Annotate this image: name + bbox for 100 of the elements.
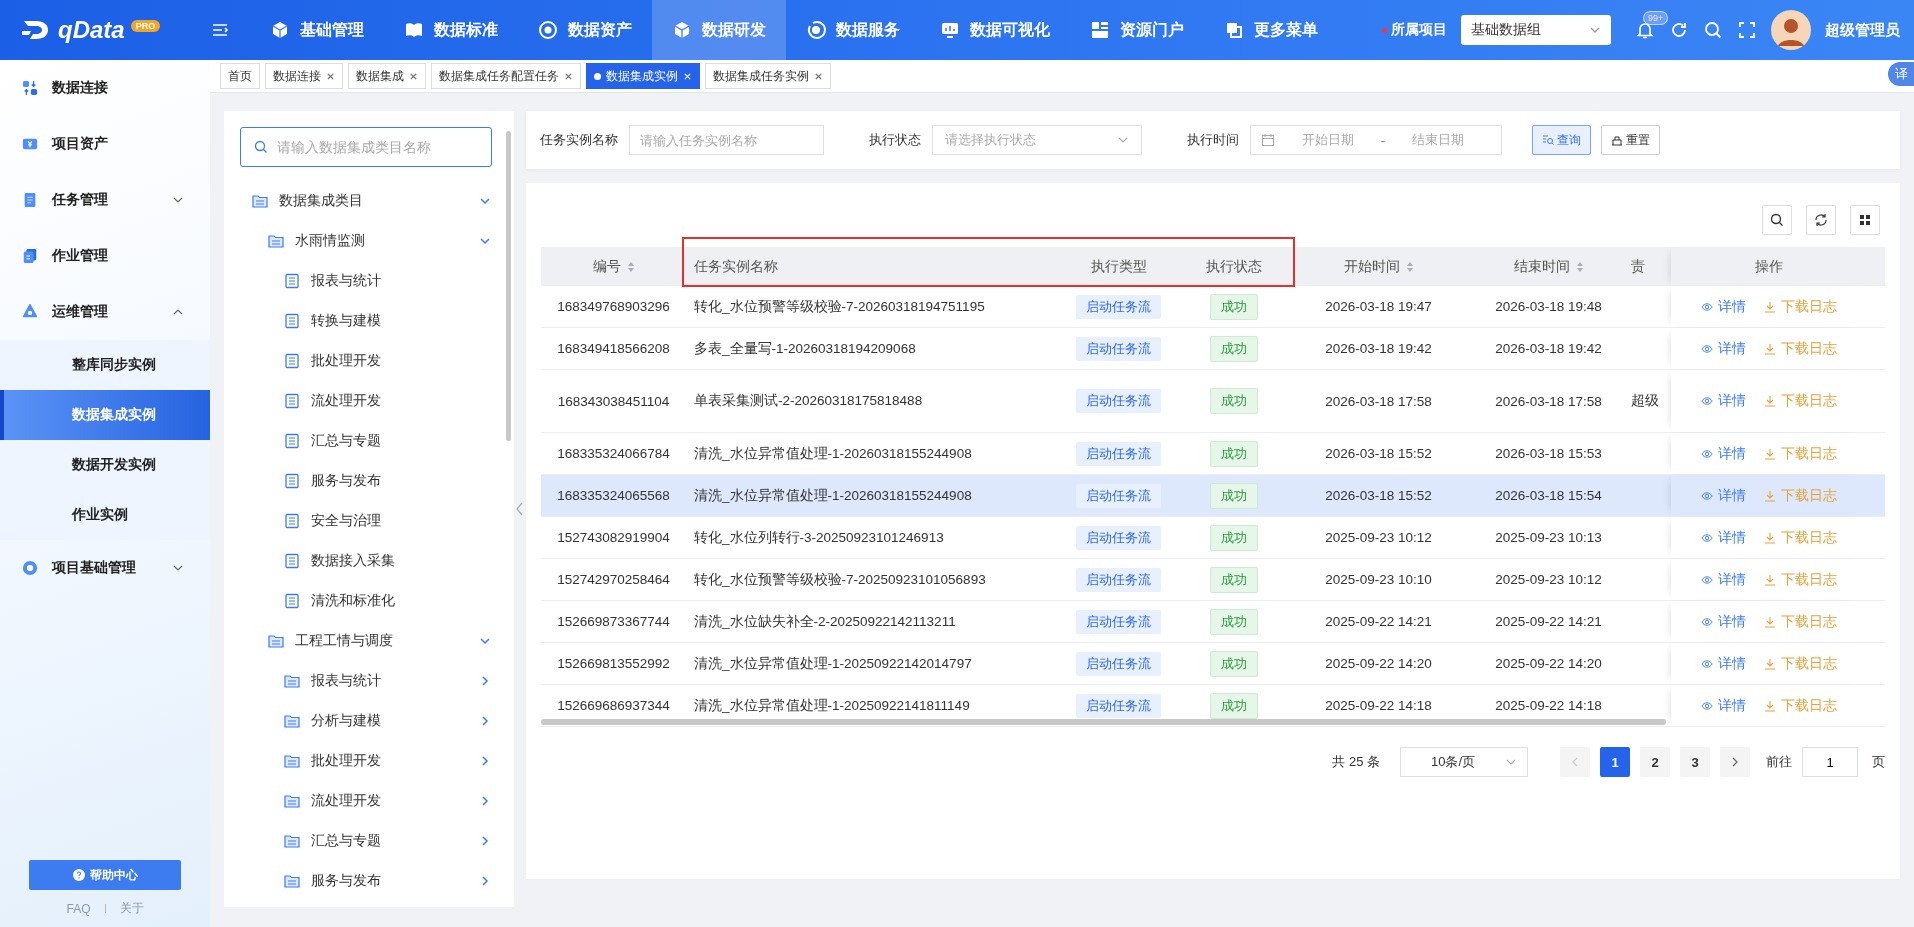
tree-node[interactable]: 批处理开发 [232,341,492,381]
tree-node[interactable]: 转换与建模 [232,301,492,341]
table-cell-text: 168335324065568 [556,487,671,505]
nav-item[interactable]: 数据标准 [384,0,518,60]
sort-icon[interactable] [626,261,635,273]
close-icon[interactable] [564,71,573,81]
help-center-button[interactable]: 帮助中心 [29,860,181,890]
sidebar-item[interactable]: 运维管理 [0,284,210,340]
tree-node[interactable]: 汇总与专题 [232,821,492,861]
document-icon [22,192,38,208]
details-link[interactable]: 详情 [1700,392,1746,410]
tree-node[interactable]: 汇总与专题 [232,421,492,461]
tree-node[interactable]: 服务与发布 [232,461,492,501]
search-button[interactable] [1762,205,1792,235]
submenu-item[interactable]: 作业实例 [0,490,210,540]
page-button[interactable]: 1 [1600,747,1630,777]
table-row[interactable]: 168349768903296 转化_水位预警等级校验-7-20260318194751195 启动任务流 成功 2026-03-18 19:47 2026-03-18 19:48 详情 下载日志 [541,286,1885,328]
fullscreen-icon[interactable] [1737,20,1757,40]
details-link[interactable]: 详情 [1700,612,1746,631]
page-input[interactable]: 1 [1802,747,1858,777]
nav-item[interactable]: 数据可视化 [920,0,1070,60]
tree-node[interactable]: 安全与治理 [232,501,492,541]
page-tab[interactable]: 首页 [220,63,260,89]
details-link[interactable]: 详情 [1700,339,1746,358]
page-size-select[interactable]: 10条/页 [1400,747,1528,777]
user-name[interactable]: 超级管理员 [1825,20,1900,40]
submenu-item[interactable]: 数据开发实例 [0,440,210,490]
details-link[interactable]: 详情 [1700,654,1746,673]
sidebar-item[interactable]: 项目资产 [0,116,210,172]
details-link[interactable]: 详情 [1700,444,1746,463]
search-field[interactable]: 请输入数据集成类目名称 [240,127,492,167]
close-icon[interactable] [326,71,335,81]
page-button[interactable]: 3 [1680,747,1710,777]
page-tab[interactable]: 数据集成任务实例 [705,63,831,89]
nav-item[interactable]: 基础管理 [250,0,384,60]
tree-node[interactable]: 工程工情与调度 [232,621,492,661]
refresh-button[interactable] [1806,205,1836,235]
table-row[interactable]: 168349418566208 多表_全量写-1-20260318194209068 启动任务流 成功 2026-03-18 19:42 2026-03-18 19:42 详情 下载日志 [541,328,1885,370]
translate-badge[interactable]: 译 [1888,62,1914,86]
tree-node[interactable]: 清洗和标准化 [232,581,492,621]
details-link[interactable]: 详情 [1700,696,1746,715]
nav-item[interactable]: 数据服务 [786,0,920,60]
sidebar-item[interactable]: 数据连接 [0,60,210,116]
tree-node[interactable]: 分析与建模 [232,701,492,741]
avatar[interactable] [1771,10,1811,50]
page-tab[interactable]: 数据集成任务配置任务 [431,63,581,89]
type-tag: 启动任务流 [1076,525,1161,550]
page-tab[interactable]: 数据连接 [265,63,343,89]
notification-bell-icon[interactable] [1635,20,1655,40]
sidebar-item[interactable]: 作业管理 [0,228,210,284]
search-button[interactable]: 查询 [1532,125,1591,155]
page-button[interactable]: 2 [1640,747,1670,777]
table-row[interactable]: 152743082919904 转化_水位列转行-3-20250923101246913 启动任务流 成功 2025-09-23 10:12 2025-09-23 10:13 详情 下载日志 [541,517,1885,559]
tree-node[interactable]: 流处理开发 [232,781,492,821]
horizontal-scrollbar[interactable] [541,719,1666,725]
table-cell-text: 152669813552992 [556,655,671,673]
nav-item[interactable]: 更多菜单 [1204,0,1338,60]
table-cell-text: 2025-09-22 14:18 [1494,697,1603,715]
table-row[interactable]: 168343038451104 单表采集测试-2-20260318175818488 启动任务流 成功 2026-03-18 17:58 2026-03-18 17:58 超级 详情 下载日志 [541,370,1885,433]
columns-button[interactable] [1850,205,1880,235]
details-link[interactable]: 详情 [1700,570,1746,589]
search-icon[interactable] [1703,20,1723,40]
details-link[interactable]: 详情 [1700,528,1746,547]
folder-icon [284,793,300,809]
project-select[interactable]: 基础数据组 [1461,15,1611,45]
reset-button[interactable]: 重置 [1601,125,1660,155]
tree-node[interactable]: 流处理开发 [232,381,492,421]
sort-icon[interactable] [1405,261,1414,273]
input-field[interactable]: 请输入任务实例名称 [629,125,824,155]
table-cell-text: 单表采集测试-2-20260318175818488 [693,392,924,410]
status-tag: 成功 [1209,440,1258,467]
tree-node[interactable]: 服务与发布 [232,861,492,901]
tree-node[interactable]: 水雨情监测 [232,221,492,261]
table-row[interactable]: 152669873367744 清洗_水位缺失补全-2-20250922142113211 启动任务流 成功 2025-09-22 14:21 2025-09-22 14:21 详情 下载日志 [541,601,1885,643]
table-row[interactable]: 152669813552992 清洗_水位异常值处理-1-20250922142014797 启动任务流 成功 2025-09-22 14:20 2025-09-22 14:20 详情 下载日志 [541,643,1885,685]
sidebar-item[interactable]: 项目基础管理 [0,540,210,596]
page-tab[interactable]: 数据集成实例 [586,63,700,89]
filter-label: 任务实例名称 [540,131,618,149]
type-tag: 启动任务流 [1076,483,1161,508]
sort-icon[interactable] [1575,261,1584,273]
table-cell-text: 2026-03-18 17:58 [1324,392,1433,411]
cube-icon [270,20,290,40]
tree-node[interactable]: 数据集成类目 [232,181,492,221]
table-row[interactable]: 152742970258464 转化_水位预警等级校验-7-20250923101056893 启动任务流 成功 2025-09-23 10:10 2025-09-23 10:12 详情 下载日志 [541,559,1885,601]
refresh-icon[interactable] [1669,20,1689,40]
submenu-item[interactable]: 整库同步实例 [0,340,210,390]
tree-node[interactable]: 报表与统计 [232,261,492,301]
date-range-field[interactable]: 开始日期 - 结束日期 [1250,125,1502,155]
document-icon [284,513,300,529]
tree-node[interactable]: 批处理开发 [232,741,492,781]
nav-item[interactable]: 数据资产 [518,0,652,60]
close-icon[interactable] [814,71,823,81]
details-link[interactable]: 详情 [1700,297,1746,316]
nav-item[interactable]: 资源门户 [1070,0,1204,60]
close-icon[interactable] [409,71,418,81]
tree-node[interactable]: 报表与统计 [232,661,492,701]
tree-node[interactable]: 数据接入采集 [232,541,492,581]
submenu-item[interactable]: 数据集成实例 [0,390,210,440]
page-tab[interactable]: 数据集成 [348,63,426,89]
sidebar-item[interactable]: 任务管理 [0,172,210,228]
